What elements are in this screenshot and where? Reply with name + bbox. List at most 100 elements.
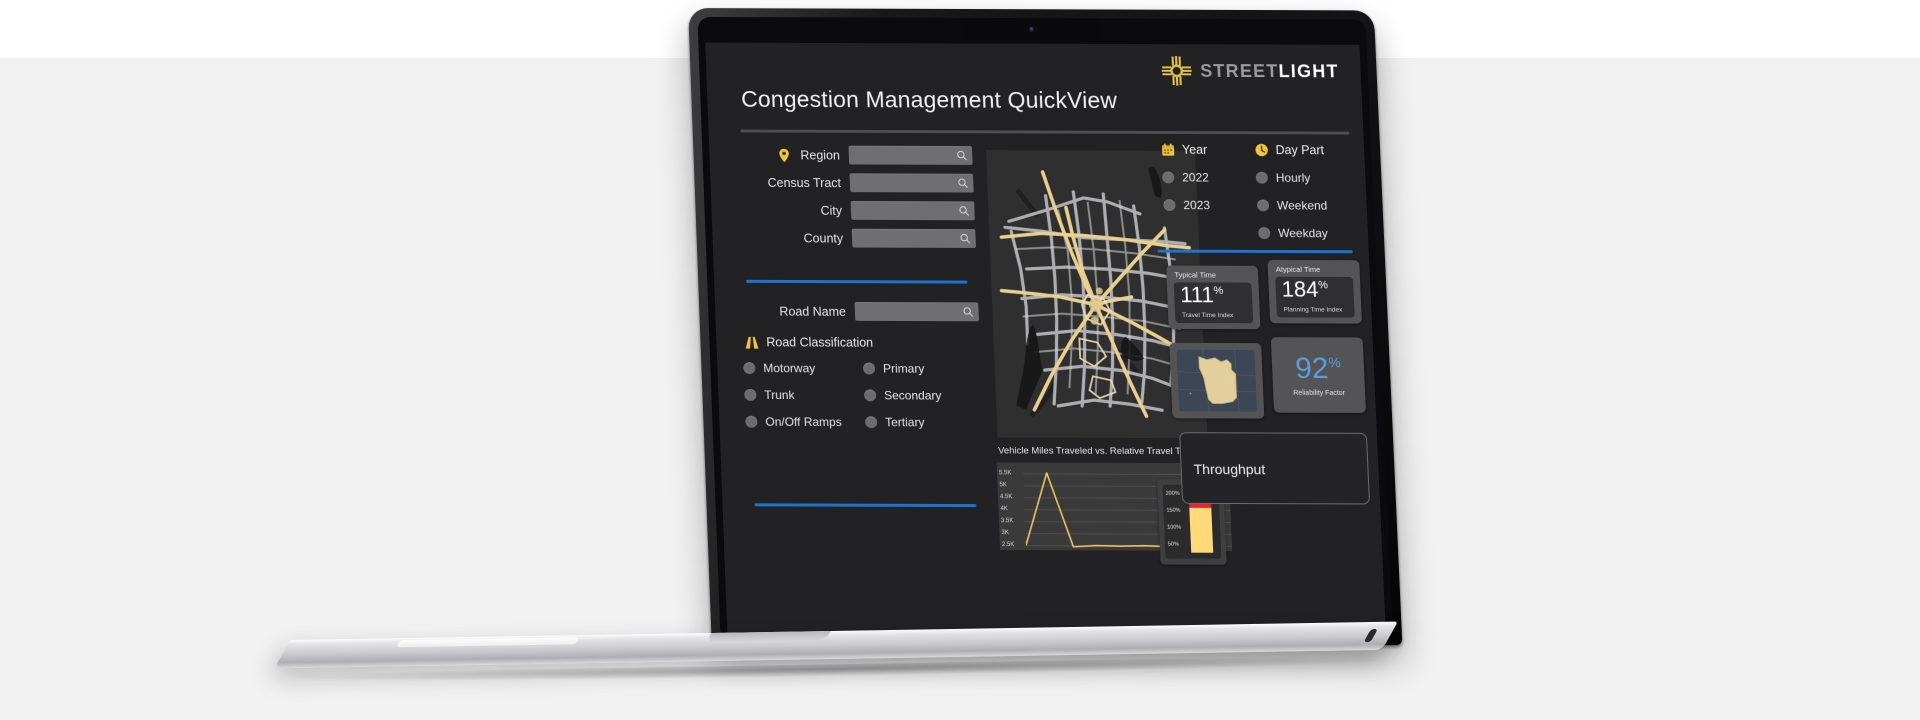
search-input-region[interactable] [848,145,973,165]
option-weekend[interactable]: Weekend [1256,198,1357,213]
search-input-census-tract[interactable] [849,173,974,193]
calendar-icon [1161,143,1176,157]
kpi-value: 111% [1179,282,1224,308]
filter-label-county: County [803,231,844,246]
search-icon [959,232,970,243]
option-label: Weekend [1276,198,1328,213]
option-weekday[interactable]: Weekday [1258,226,1358,240]
road-name-input [859,302,960,322]
brand-word-primary: STREET [1199,60,1280,81]
year-heading: Year [1161,143,1253,157]
map-pin-icon [778,148,791,163]
minnesota-state-map [1176,349,1258,412]
y-axis-tick: 4K [1000,506,1008,513]
year-label: Year [1181,142,1208,157]
option-on-off-ramps[interactable]: On/Off Ramps [745,415,855,429]
radio-trunk[interactable] [744,388,757,401]
option-primary[interactable]: Primary [862,361,973,376]
option-motorway[interactable]: Motorway [743,361,853,375]
filter-label-city: City [820,203,843,218]
title-divider [740,129,1350,135]
filter-row-county: County [726,228,976,248]
kpi-value-box: 111% Travel Time Index [1173,282,1254,324]
search-icon [956,149,967,160]
throughput-label: Throughput [1193,461,1266,478]
throughput-card[interactable]: Throughput [1179,432,1371,505]
radio-on-off-ramps[interactable] [745,415,758,428]
base-highlight [395,637,580,648]
option-secondary[interactable]: Secondary [863,388,974,403]
kpi-unit: % [1327,353,1341,370]
kpi-card-atypical-time[interactable]: Atypical Time 184% Planning Time Index [1267,259,1362,324]
option-trunk[interactable]: Trunk [744,388,854,402]
option-year-2023[interactable]: 2023 [1163,198,1255,212]
radio-primary[interactable] [862,362,876,375]
y-axis-tick: 5.5K [998,470,1012,477]
kpi-card-typical-time[interactable]: Typical Time 111% Travel Time Index [1166,265,1261,330]
dashboard-app: STREETLIGHT Congestion Management QuickV… [705,42,1386,636]
search-input-city[interactable] [850,201,975,221]
option-label: Tertiary [884,415,925,430]
geography-filter-group: Region Census Tract City County [723,145,976,257]
radio-year-2023[interactable] [1163,199,1176,212]
webcam-icon [1029,26,1035,32]
y-axis-tick: 3K [1001,530,1009,537]
brand-wordmark: STREETLIGHT [1200,61,1339,82]
radio-weekend[interactable] [1256,199,1270,212]
option-label: 2023 [1183,198,1211,213]
streetlight-sunburst-icon [1161,56,1192,86]
option-label: Secondary [883,388,942,403]
kpi-value: 184% [1281,276,1329,302]
kpi-unit: % [1317,279,1329,292]
option-label: Motorway [763,361,816,376]
search-icon [962,305,973,316]
legend-tick: 200% [1165,490,1180,497]
radio-year-2022[interactable] [1162,171,1175,184]
kpi-label: Atypical Time [1275,264,1321,274]
filter-row-road-name: Road Name [729,302,979,322]
filter-divider-bottom [754,503,977,508]
day-part-heading: Day Part [1254,143,1354,157]
brand-word-secondary: LIGHT [1278,60,1340,81]
y-axis-tick: 3.5K [1000,518,1014,525]
brand-logo[interactable]: STREETLIGHT [1161,56,1340,86]
state-map-thumbnail-card[interactable] [1169,342,1265,419]
base-front-notch [705,631,831,643]
option-label: 2022 [1181,170,1210,185]
road-classification-options: Motorway Primary Trunk Secondary On/Off … [743,361,975,429]
filter-row-city: City [725,201,975,221]
legend-tick: 100% [1167,524,1182,531]
laptop-lid: STREETLIGHT Congestion Management QuickV… [688,8,1403,646]
road-classification-label: Road Classification [766,335,874,350]
radio-weekday[interactable] [1258,227,1271,240]
y-axis-tick: 5K [999,482,1007,489]
search-icon [957,177,968,188]
search-input-road-name[interactable] [854,302,979,322]
radio-tertiary[interactable] [864,416,878,429]
search-icon [958,204,969,215]
option-year-2022[interactable]: 2022 [1162,170,1254,184]
county-input [856,228,958,248]
city-input [855,201,956,221]
search-input-county[interactable] [851,228,976,248]
census-tract-input [854,173,955,193]
radio-secondary[interactable] [863,389,877,402]
legend-tick: 150% [1166,507,1181,514]
option-hourly[interactable]: Hourly [1255,170,1356,185]
radio-motorway[interactable] [743,362,756,375]
kpi-card-reliability-factor[interactable]: 92% Reliability Factor [1270,337,1366,413]
day-part-filter-group: Day Part Hourly Weekend Weekday [1254,143,1358,240]
kpi-value-box: 184% Planning Time Index [1275,276,1355,318]
year-filter-group: Year 2022 2023 [1161,143,1256,213]
kpi-unit: % [1213,285,1224,298]
option-label: Hourly [1275,170,1311,185]
filter-row-region: Region [723,145,973,165]
filter-label-census-tract: Census Tract [767,175,842,190]
screen-bezel: STREETLIGHT Congestion Management QuickV… [697,16,1393,636]
filter-label-region: Region [800,147,841,162]
option-label: Primary [882,361,925,376]
base-port [1363,628,1378,643]
kpi-value: 92% [1294,351,1341,385]
option-tertiary[interactable]: Tertiary [864,415,975,430]
radio-hourly[interactable] [1255,171,1269,184]
